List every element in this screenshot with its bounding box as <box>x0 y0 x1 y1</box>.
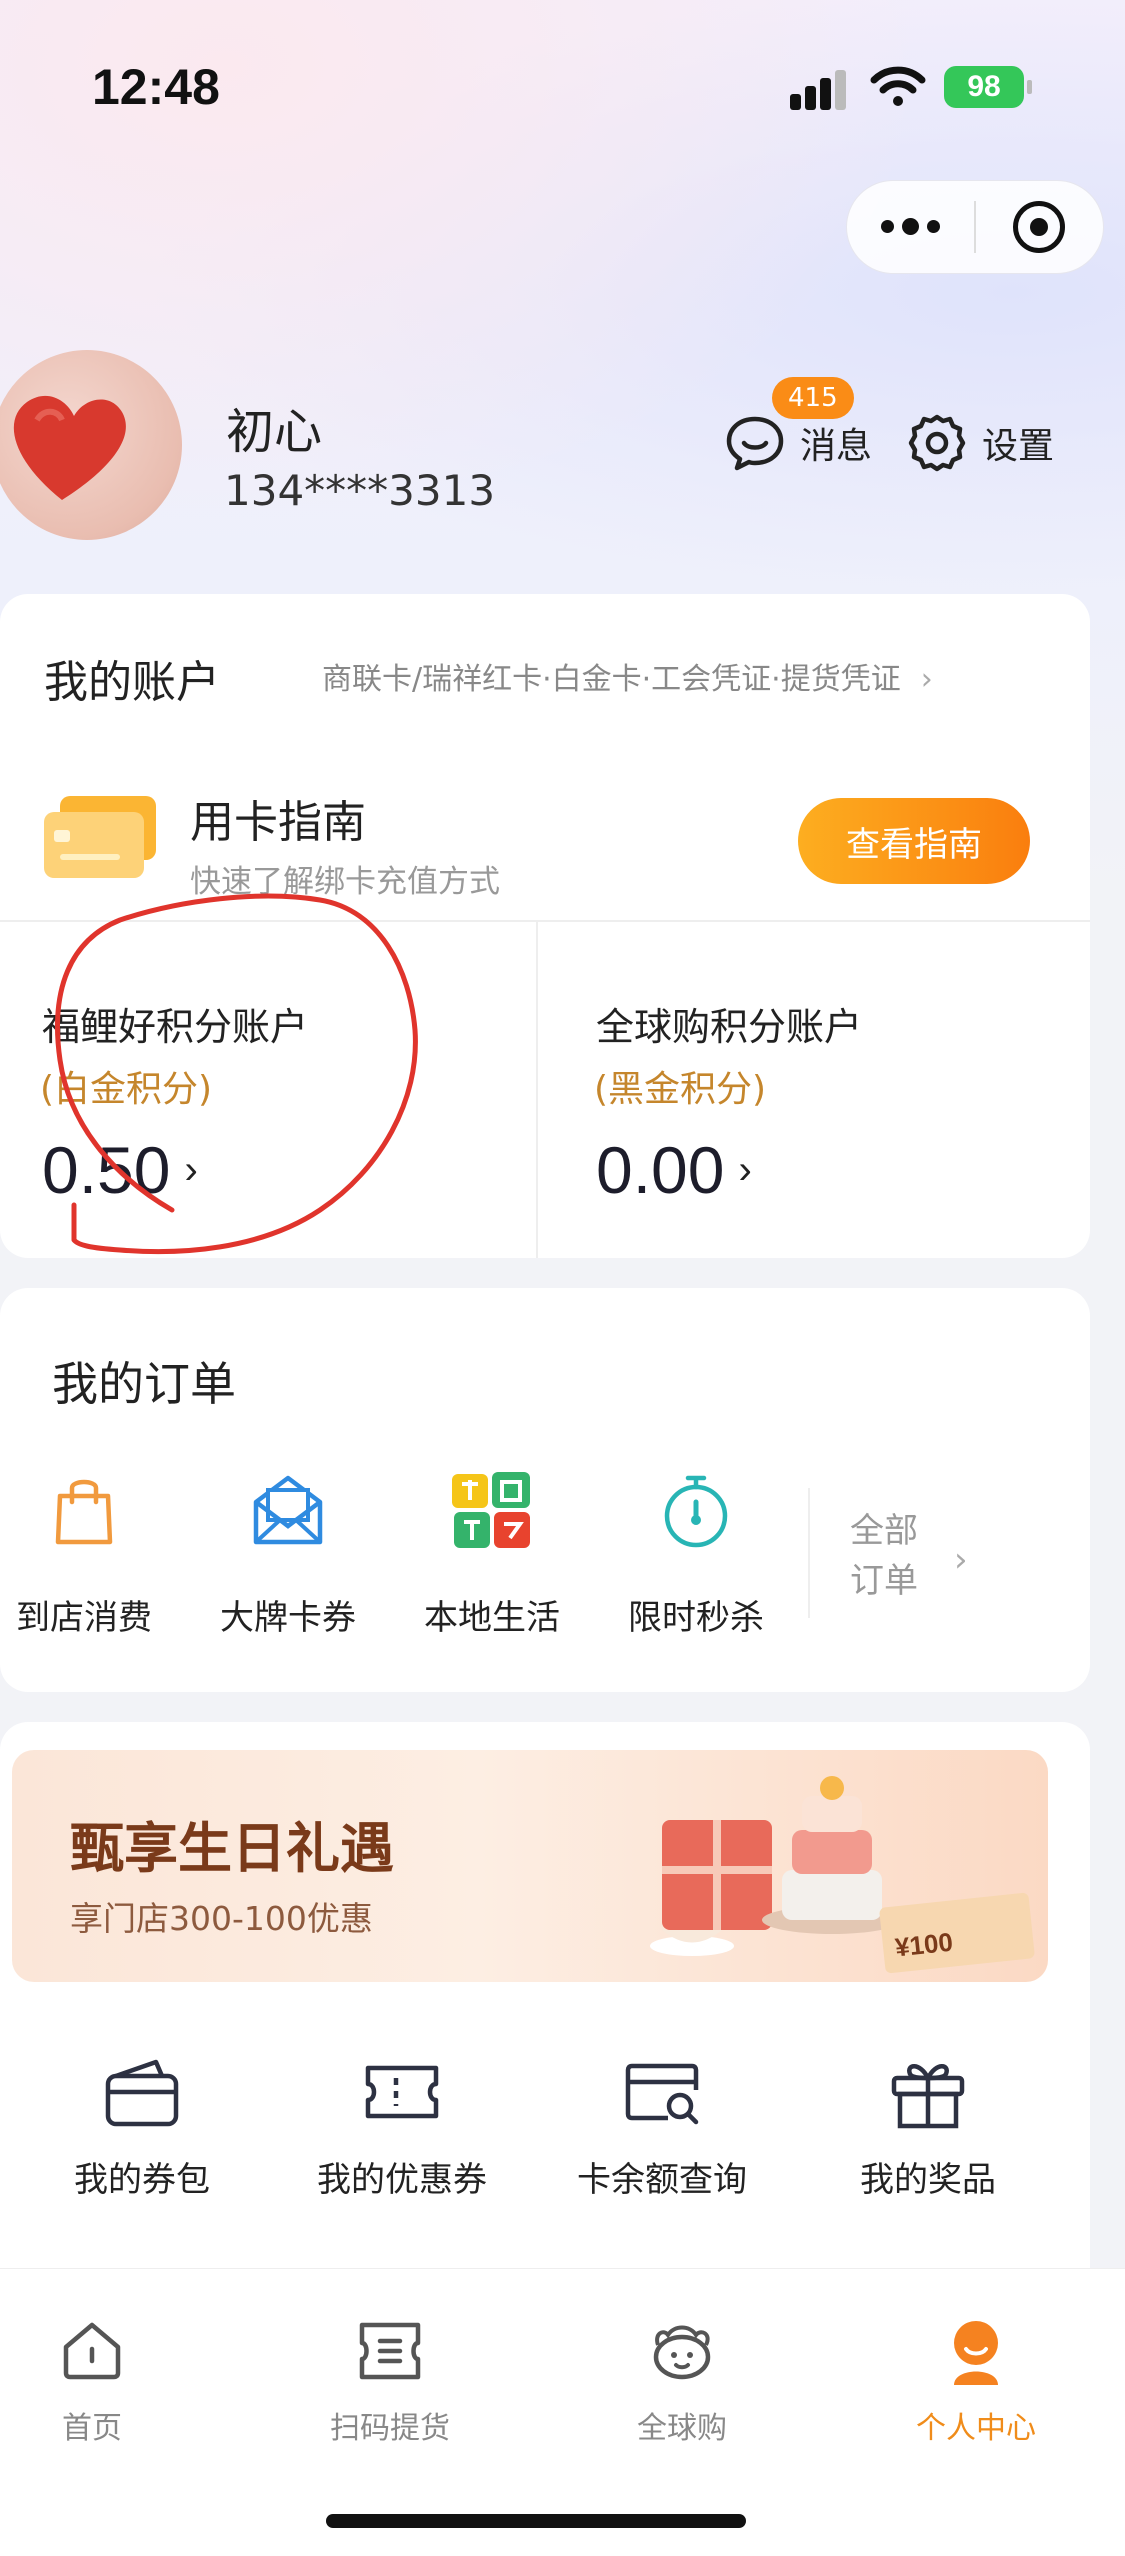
divider <box>808 1488 810 1618</box>
home-icon <box>63 2322 121 2380</box>
status-bar: 12:48 98 <box>0 0 1125 170</box>
messages-button[interactable]: 消息 <box>724 412 872 474</box>
settings-label: 设置 <box>982 426 1055 467</box>
settings-button[interactable]: 设置 <box>906 412 1054 474</box>
card-search-icon <box>625 2063 699 2125</box>
points-balance-row: 0.50 › <box>42 1132 198 1208</box>
account-card: 我的账户 商联卡/瑞祥红卡·白金卡·工会凭证·提货凭证 › 用卡指南 快速了解绑卡… <box>0 594 1090 1258</box>
nickname: 初心 <box>226 404 323 460</box>
card-guide-title: 用卡指南 <box>190 797 366 848</box>
close-miniprogram-icon[interactable] <box>976 201 1103 253</box>
heart-icon <box>13 395 126 500</box>
global-shop-icon <box>653 2325 711 2380</box>
messages-label: 消息 <box>800 426 873 467</box>
tab-label: 首页 <box>62 2411 122 2446</box>
chevron-right-icon: › <box>184 1147 198 1192</box>
message-count-badge: 415 <box>772 377 854 419</box>
phone-number: 134****3313 <box>224 466 496 515</box>
envelope-icon <box>253 1475 323 1545</box>
service-card-balance[interactable]: 卡余额查询 <box>532 2050 792 2201</box>
service-my-prizes[interactable]: 我的奖品 <box>798 2050 1058 2201</box>
banner-title: 甄享生日礼遇 <box>70 1817 394 1880</box>
service-label: 我的券包 <box>74 2160 210 2200</box>
service-label: 我的优惠券 <box>317 2160 487 2200</box>
gift-icon <box>891 2064 965 2129</box>
cellular-signal-icon <box>790 70 850 110</box>
status-time: 12:48 <box>92 59 220 115</box>
order-item-label: 大牌卡券 <box>220 1598 356 1638</box>
points-account-name: 全球购积分账户 <box>596 1005 863 1049</box>
shopping-bag-icon <box>55 1479 113 1545</box>
order-item-label: 本地生活 <box>424 1598 560 1638</box>
gear-icon <box>908 414 966 472</box>
account-card-types: 商联卡/瑞祥红卡·白金卡·工会凭证·提货凭证 <box>322 662 901 697</box>
more-options-icon[interactable] <box>847 217 974 235</box>
order-item-label: 限时秒杀 <box>628 1598 764 1638</box>
view-guide-button[interactable]: 查看指南 <box>798 798 1030 884</box>
points-type-label: (白金积分) <box>40 1069 213 1110</box>
card-guide-subtitle: 快速了解绑卡充值方式 <box>190 864 500 900</box>
order-item-in-store[interactable]: 到店消费 <box>0 1468 184 1639</box>
divider <box>536 922 538 1258</box>
divider <box>0 920 1090 922</box>
service-my-coupons[interactable]: 我的优惠券 <box>272 2050 532 2201</box>
tab-label: 个人中心 <box>916 2411 1036 2446</box>
service-coupon-wallet[interactable]: 我的券包 <box>12 2050 272 2201</box>
eat-drink-play-icon <box>452 1472 530 1548</box>
banner-subtitle: 享门店300-100优惠 <box>70 1899 373 1938</box>
home-indicator <box>326 2514 746 2528</box>
birthday-banner[interactable]: 甄享生日礼遇 享门店300-100优惠 ¥100 <box>12 1750 1048 1982</box>
orders-title: 我的订单 <box>52 1357 236 1411</box>
points-balance: 0.00 <box>596 1133 725 1207</box>
tab-home[interactable]: 首页 <box>0 2315 212 2447</box>
avatar[interactable] <box>0 350 182 540</box>
account-card-types-link[interactable]: 商联卡/瑞祥红卡·白金卡·工会凭证·提货凭证 › <box>322 654 933 698</box>
chat-bubble-icon <box>726 416 784 471</box>
tab-global-shop[interactable]: 全球购 <box>562 2315 802 2447</box>
order-item-brand-coupons[interactable]: 大牌卡券 <box>188 1468 388 1639</box>
points-account-name: 福鲤好积分账户 <box>42 1005 309 1049</box>
tab-bar: 首页 扫码提货 全球购 个人中心 <box>0 2268 1125 2556</box>
service-label: 卡余额查询 <box>577 2160 747 2200</box>
ticket-icon <box>365 2065 439 2119</box>
chevron-right-icon: › <box>920 662 933 697</box>
stopwatch-icon <box>664 1475 728 1548</box>
cards-icon <box>44 796 156 878</box>
service-label: 我的奖品 <box>860 2160 996 2200</box>
points-balance: 0.50 <box>42 1133 171 1207</box>
tab-label: 扫码提货 <box>330 2411 450 2446</box>
wifi-icon <box>870 66 926 106</box>
all-orders-link[interactable]: 全部订单 <box>850 1506 930 1606</box>
tab-label: 全球购 <box>637 2411 727 2446</box>
chevron-right-icon: › <box>954 1540 968 1580</box>
miniprogram-capsule <box>846 180 1104 274</box>
tab-profile[interactable]: 个人中心 <box>856 2315 1096 2447</box>
points-balance-row: 0.00 › <box>596 1132 752 1208</box>
birthday-cake-illustration: ¥100 <box>650 1776 1035 1974</box>
account-title: 我的账户 <box>44 657 220 708</box>
wallet-icon <box>105 2059 179 2127</box>
chevron-right-icon: › <box>738 1147 752 1192</box>
tab-scan-pickup[interactable]: 扫码提货 <box>270 2315 510 2447</box>
battery-indicator: 98 <box>944 66 1032 108</box>
orders-card: 我的订单 到店消费 大牌卡券 本地生活 限时秒杀 全部订单 › <box>0 1288 1090 1692</box>
order-item-flash-sale[interactable]: 限时秒杀 <box>596 1468 796 1639</box>
benefits-card: 甄享生日礼遇 享门店300-100优惠 ¥100 我的券包 我的优惠券 卡余额查… <box>0 1722 1090 2342</box>
points-type-label: (黑金积分) <box>594 1069 767 1110</box>
coupon-value: ¥100 <box>894 1927 955 1963</box>
order-item-local-life[interactable]: 本地生活 <box>392 1468 592 1639</box>
order-item-label: 到店消费 <box>16 1598 152 1638</box>
profile-icon <box>954 2321 998 2385</box>
scan-icon <box>359 2322 421 2380</box>
